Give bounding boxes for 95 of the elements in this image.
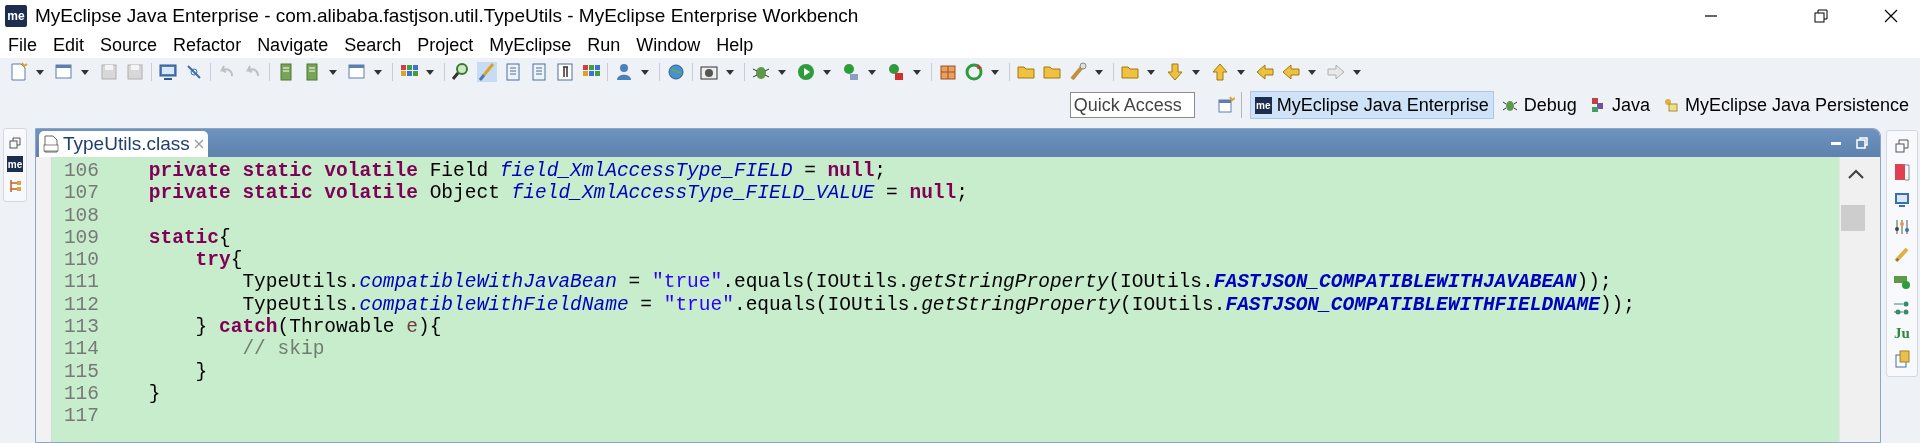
code-line: // skip	[241, 338, 325, 361]
dropdown-caret-icon[interactable]	[822, 68, 832, 76]
arrow-left-icon[interactable]	[1281, 62, 1301, 82]
scroll-up-icon[interactable]	[1848, 169, 1864, 179]
dropdown-caret-icon[interactable]	[1094, 68, 1104, 76]
code-line: private static volatile Field field_XmlAccessType_FIELD = null;	[147, 160, 887, 183]
app-logo[interactable]: me	[7, 156, 23, 172]
dropdown-caret-icon[interactable]	[80, 68, 90, 76]
globe-icon[interactable]	[666, 62, 686, 82]
paragraph-icon[interactable]	[555, 62, 575, 82]
menu-item[interactable]: Search	[339, 33, 407, 57]
dropdown-caret-icon[interactable]	[777, 68, 787, 76]
monitor-icon[interactable]	[158, 62, 178, 82]
person-icon[interactable]	[614, 62, 634, 82]
dropdown-caret-icon[interactable]	[1191, 68, 1201, 76]
refresh-icon[interactable]	[964, 62, 984, 82]
scrollbar-thumb[interactable]	[1841, 205, 1865, 231]
menu-item[interactable]: MyEclipse	[484, 33, 577, 57]
class-file-icon	[43, 135, 59, 153]
code-line: } catch(Throwable e){	[194, 316, 442, 339]
line-number: 117	[62, 405, 99, 428]
hierarchy-icon[interactable]	[8, 179, 22, 193]
code-line: TypeUtils.compatibleWithJavaBean = "true".equals(IOUtils.getStringProperty(IOUtils.FASTJSON_COMPATIBLEWITHJAVABEAN));	[241, 271, 1612, 294]
dropdown-caret-icon[interactable]	[1307, 68, 1317, 76]
junit-icon[interactable]: Ju	[1894, 326, 1910, 341]
menu-item[interactable]: Source	[95, 33, 163, 57]
line-number: 112	[62, 293, 99, 317]
menu-item[interactable]: Run	[582, 33, 626, 57]
line-number: 114	[62, 338, 99, 361]
code-line: static{	[147, 226, 231, 250]
code-line: private static volatile Object field_XmlAccessType_FIELD_VALUE = null;	[147, 182, 968, 205]
close-icon[interactable]	[1884, 9, 1898, 23]
dropdown-caret-icon[interactable]	[990, 68, 1000, 76]
stop-icon[interactable]	[886, 62, 906, 82]
code-line: TypeUtils.compatibleWithFieldName = "true".equals(IOUtils.getStringProperty(IOUtils.FASTJSON_COMPATIBLEWITHFIELDNAME));	[241, 293, 1635, 317]
line-number: 115	[62, 360, 99, 383]
line-number: 110	[62, 249, 99, 272]
dropdown-caret-icon[interactable]	[373, 68, 383, 76]
arrow-up-icon[interactable]	[1210, 62, 1230, 82]
magnifier-icon[interactable]	[451, 62, 471, 82]
app-logo: me	[1254, 96, 1272, 114]
open-perspective-icon[interactable]	[1216, 96, 1235, 114]
dropdown-caret-icon[interactable]	[35, 68, 45, 76]
dropdown-caret-icon[interactable]	[725, 68, 735, 76]
perspective-button[interactable]: Debug	[1495, 91, 1582, 119]
brush-icon[interactable]	[477, 62, 497, 82]
clipboard-icon[interactable]	[1893, 350, 1911, 368]
dropdown-caret-icon[interactable]	[912, 68, 922, 76]
menu-item[interactable]: Edit	[48, 33, 90, 57]
restore-icon[interactable]	[1814, 9, 1828, 23]
window-icon[interactable]	[347, 62, 367, 82]
dropdown-caret-icon[interactable]	[640, 68, 650, 76]
line-number: 108	[62, 204, 99, 227]
app-logo: me	[5, 5, 27, 27]
line-number: 113	[62, 316, 99, 339]
dropdown-caret-icon[interactable]	[867, 68, 877, 76]
line-number: 107	[62, 182, 99, 205]
editor-tab[interactable]: TypeUtils.class	[39, 131, 208, 157]
pencil-icon[interactable]	[1893, 245, 1911, 263]
console-icon[interactable]	[1893, 191, 1911, 209]
box-icon[interactable]	[938, 62, 958, 82]
menu-item[interactable]: File	[3, 33, 42, 57]
menu-item[interactable]: Navigate	[252, 33, 334, 57]
perspective-button[interactable]: MyEclipse Java Persistence	[1656, 91, 1914, 119]
arrow-left-icon[interactable]	[1255, 62, 1275, 82]
dropdown-caret-icon[interactable]	[1352, 68, 1362, 76]
perspective-button[interactable]: Java	[1583, 91, 1655, 119]
menu-item[interactable]: Window	[631, 33, 706, 57]
menu-item[interactable]: Help	[711, 33, 759, 57]
code-line: }	[194, 360, 208, 383]
nodes-icon[interactable]	[1893, 299, 1911, 317]
wrench-icon[interactable]	[1068, 62, 1088, 82]
sliders-icon[interactable]	[1893, 218, 1911, 236]
line-number: 106	[62, 160, 99, 183]
code-line: try{	[194, 249, 243, 272]
line-number: 116	[62, 382, 99, 406]
line-number: 109	[62, 226, 99, 250]
menu-item[interactable]: Refactor	[168, 33, 247, 57]
dropdown-caret-icon[interactable]	[328, 68, 338, 76]
code-line: }	[147, 382, 161, 406]
dropdown-caret-icon[interactable]	[1146, 68, 1156, 76]
arrow-down-icon[interactable]	[1165, 62, 1185, 82]
run-config-icon[interactable]	[841, 62, 861, 82]
dropdown-caret-icon[interactable]	[1236, 68, 1246, 76]
new-file-icon[interactable]	[9, 62, 29, 82]
maximize-icon[interactable]	[1856, 137, 1868, 149]
problems-icon[interactable]	[1893, 162, 1911, 182]
quick-access-field[interactable]: Quick Access	[1069, 92, 1195, 118]
dropdown-caret-icon[interactable]	[425, 68, 435, 76]
menu-item[interactable]: Project	[412, 33, 479, 57]
window-title: MyEclipse Java Enterprise - com.alibaba.fastjson.util.TypeUtils - MyEclipse Enterprise Workbench	[35, 5, 859, 27]
window-icon[interactable]	[54, 62, 74, 82]
play-icon[interactable]	[796, 62, 816, 82]
perspective-button[interactable]: me MyEclipse Java Enterprise	[1249, 91, 1494, 119]
line-number: 111	[62, 271, 99, 294]
